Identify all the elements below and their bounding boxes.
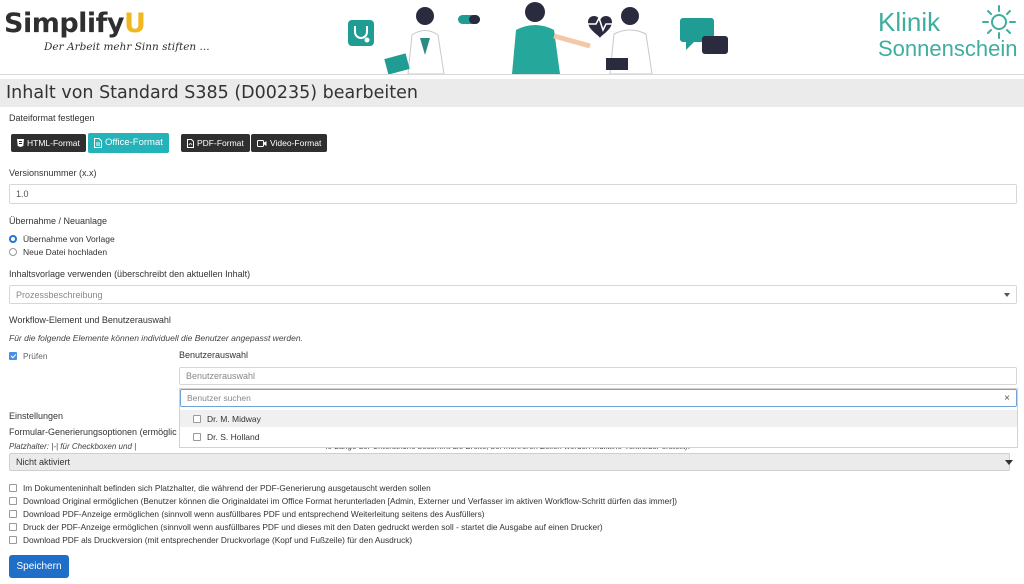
user-option-midway[interactable]: Dr. M. Midway [180, 410, 1017, 427]
checkbox-icon [9, 497, 17, 505]
html-format-button[interactable]: HTML-Format [11, 134, 86, 152]
takeover-label: Übernahme / Neuanlage [9, 216, 108, 226]
video-format-button[interactable]: Video-Format [251, 134, 328, 152]
checkbox-icon [9, 523, 17, 531]
save-button[interactable]: Speichern [9, 555, 69, 578]
option-placeholders-label: Im Dokumenteninhalt befinden sich Platzh… [23, 483, 431, 493]
radio-upload-new-file-label: Neue Datei hochladen [23, 247, 108, 257]
brand-tagline: Der Arbeit mehr Sinn stiften ... [44, 41, 210, 53]
video-format-label: Video-Format [270, 138, 322, 148]
checkbox-checked-icon [9, 352, 17, 360]
user-dropdown-panel: Benutzer suchen × Dr. M. Midway Dr. S. H… [179, 388, 1018, 448]
user-select-label: Benutzerauswahl [179, 350, 249, 360]
radio-upload-new-file[interactable]: Neue Datei hochladen [9, 247, 107, 257]
checkbox-icon [9, 510, 17, 518]
placeholder-note-left: Platzhalter: |-| für Checkboxen und | [9, 442, 137, 451]
html5-icon [17, 139, 24, 147]
option-download-pdf-print[interactable]: Download PDF als Druckversion (mit entsp… [9, 535, 412, 545]
template-select[interactable]: Prozessbeschreibung [9, 285, 1017, 304]
pdf-format-label: PDF-Format [197, 138, 244, 148]
clear-icon[interactable]: × [1004, 393, 1010, 404]
workflow-element-pruefen-label: Prüfen [23, 351, 48, 361]
radio-takeover-template[interactable]: Übernahme von Vorlage [9, 234, 115, 244]
sun-icon [982, 5, 1016, 39]
version-label: Versionsnummer (x.x) [9, 168, 97, 178]
option-download-pdf-view[interactable]: Download PDF-Anzeige ermöglichen (sinnvo… [9, 509, 485, 519]
file-pdf-icon [187, 138, 194, 148]
settings-label: Einstellungen [9, 411, 64, 421]
radio-selected-icon [9, 235, 17, 243]
page-title: Inhalt von Standard S385 (D00235) bearbe… [6, 83, 418, 103]
brand-logo[interactable]: SimplifyU Der Arbeit mehr Sinn stiften .… [4, 8, 210, 53]
workflow-element-pruefen[interactable]: Prüfen [9, 351, 47, 361]
chevron-down-icon [1004, 292, 1010, 297]
template-select-value: Prozessbeschreibung [16, 289, 103, 300]
radio-takeover-template-label: Übernahme von Vorlage [23, 234, 115, 244]
user-option-holland[interactable]: Dr. S. Holland [180, 428, 1017, 445]
template-label: Inhaltsvorlage verwenden (überschreibt d… [9, 269, 251, 279]
file-text-icon [94, 138, 102, 148]
generation-options-label: Formular-Generierungsoptionen (ermöglic [9, 427, 177, 437]
checkbox-icon [9, 484, 17, 492]
option-download-pdf-view-label: Download PDF-Anzeige ermöglichen (sinnvo… [23, 509, 485, 519]
option-print-pdf-view[interactable]: Druck der PDF-Anzeige ermöglichen (sinnv… [9, 522, 603, 532]
user-search-input[interactable]: Benutzer suchen × [180, 389, 1017, 407]
option-print-pdf-view-label: Druck der PDF-Anzeige ermöglichen (sinnv… [23, 522, 603, 532]
generation-options-select[interactable]: Nicht aktiviert [9, 453, 1010, 471]
option-download-original[interactable]: Download Original ermöglichen (Benutzer … [9, 496, 677, 506]
user-select-input[interactable]: Benutzerauswahl [179, 367, 1017, 385]
video-camera-icon [257, 139, 267, 147]
workflow-label: Workflow-Element und Benutzerauswahl [9, 315, 171, 325]
user-select-placeholder: Benutzerauswahl [186, 371, 256, 381]
pdf-format-button[interactable]: PDF-Format [181, 134, 250, 152]
radio-unselected-icon [9, 248, 17, 256]
option-download-original-label: Download Original ermöglichen (Benutzer … [23, 496, 678, 506]
user-search-placeholder: Benutzer suchen [187, 393, 251, 403]
healthcare-illustration [348, 2, 728, 74]
header-divider [0, 74, 1024, 75]
version-value: 1.0 [16, 189, 29, 199]
generation-options-value: Nicht aktiviert [16, 457, 71, 467]
user-option-holland-label: Dr. S. Holland [207, 431, 260, 442]
office-format-button[interactable]: Office-Format [88, 133, 169, 153]
html-format-label: HTML-Format [27, 138, 80, 148]
option-download-pdf-print-label: Download PDF als Druckversion (mit entsp… [23, 535, 413, 545]
page-title-bar: Inhalt von Standard S385 (D00235) bearbe… [0, 79, 1024, 107]
checkbox-icon [193, 414, 201, 423]
checkbox-icon [193, 432, 201, 441]
office-format-label: Office-Format [105, 137, 163, 148]
workflow-note: Für die folgende Elemente können individ… [9, 333, 303, 343]
brand-name: SimplifyU [4, 8, 146, 39]
version-input[interactable]: 1.0 [9, 184, 1017, 204]
header-banner: SimplifyU Der Arbeit mehr Sinn stiften .… [0, 0, 1024, 74]
checkbox-icon [9, 536, 17, 544]
chevron-down-icon[interactable] [1005, 460, 1013, 465]
user-option-midway-label: Dr. M. Midway [207, 413, 261, 424]
option-placeholders[interactable]: Im Dokumenteninhalt befinden sich Platzh… [9, 483, 431, 493]
file-format-label: Dateiformat festlegen [9, 113, 95, 123]
